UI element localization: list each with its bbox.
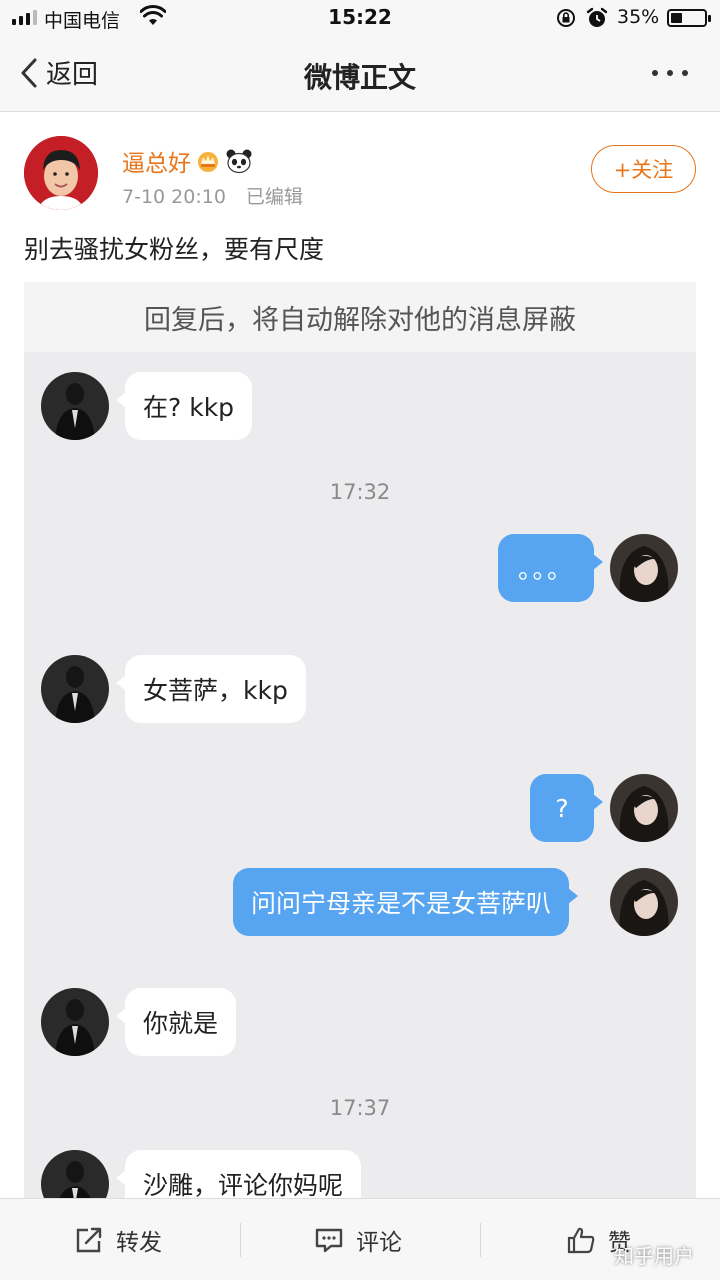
post-text: 别去骚扰女粉丝，要有尺度 <box>24 235 325 264</box>
receiver-avatar <box>610 868 678 936</box>
receiver-avatar <box>610 534 678 602</box>
crown-badge-icon <box>198 152 218 172</box>
username-text: 逼总好 <box>122 151 191 177</box>
chat-timestamp: 17:37 <box>329 1096 391 1120</box>
chat-bubble-received: 女菩萨，kkp <box>116 655 306 723</box>
post-time: 7-10 20:10 <box>122 186 226 208</box>
back-label: 返回 <box>46 60 99 90</box>
repost-label: 转发 <box>116 1230 162 1256</box>
receiver-avatar <box>610 774 678 842</box>
chat-bubble-sent: 。。。 <box>498 534 603 602</box>
battery-icon <box>667 9 711 27</box>
status-bar: 中国电信 15:22 35% <box>0 0 720 36</box>
chevron-left-icon <box>21 58 37 87</box>
sender-avatar <box>41 988 109 1056</box>
status-time: 15:22 <box>328 5 392 29</box>
comment-button[interactable]: 评论 <box>314 1199 402 1281</box>
repost-icon <box>76 1227 102 1253</box>
edited-label: 已编辑 <box>245 186 303 208</box>
post-image[interactable]: 回复后，将自动解除对他的消息屏蔽 在? kkp 17:32 。。。 女菩萨，kk… <box>24 282 696 1200</box>
comment-icon <box>315 1228 343 1253</box>
watermark: 知乎用户 <box>614 1244 694 1268</box>
author-avatar[interactable] <box>24 136 98 210</box>
chat-bubble-received: 你就是 <box>115 988 237 1056</box>
panda-badge-icon <box>226 149 252 174</box>
repost-button[interactable]: 转发 <box>74 1199 162 1281</box>
chat-bubble-sent: 问问宁母亲是不是女菩萨叭 <box>233 868 579 936</box>
rotation-lock-icon <box>557 9 575 27</box>
comment-label: 评论 <box>356 1230 402 1256</box>
post-meta: 7-10 20:10 已编辑 <box>122 182 303 209</box>
back-button[interactable]: 返回 <box>18 54 98 91</box>
battery-percent: 35% <box>617 6 660 28</box>
navigation-bar: 返回 微博正文 <box>0 36 720 112</box>
chat-bubble-sent: ? <box>530 774 603 842</box>
sender-avatar <box>41 655 109 723</box>
bottom-action-bar: 转发 评论 赞 <box>0 1198 720 1280</box>
author-username[interactable]: 逼总好 <box>122 144 253 178</box>
divider <box>480 1223 481 1257</box>
chat-timestamp: 17:32 <box>329 480 391 504</box>
message-banner: 回复后，将自动解除对他的消息屏蔽 <box>24 282 696 352</box>
sender-avatar <box>41 372 109 440</box>
more-options-button[interactable] <box>652 70 688 76</box>
page-title: 微博正文 <box>303 61 416 94</box>
alarm-icon <box>586 7 608 27</box>
divider <box>240 1223 241 1257</box>
sender-avatar <box>41 1150 109 1200</box>
follow-button[interactable]: +关注 <box>591 145 696 193</box>
chat-bubble-received: 在? kkp <box>115 372 253 440</box>
chat-bubble-received: 沙雕，评论你妈呢 <box>115 1150 362 1200</box>
thumbs-up-icon <box>567 1227 595 1254</box>
